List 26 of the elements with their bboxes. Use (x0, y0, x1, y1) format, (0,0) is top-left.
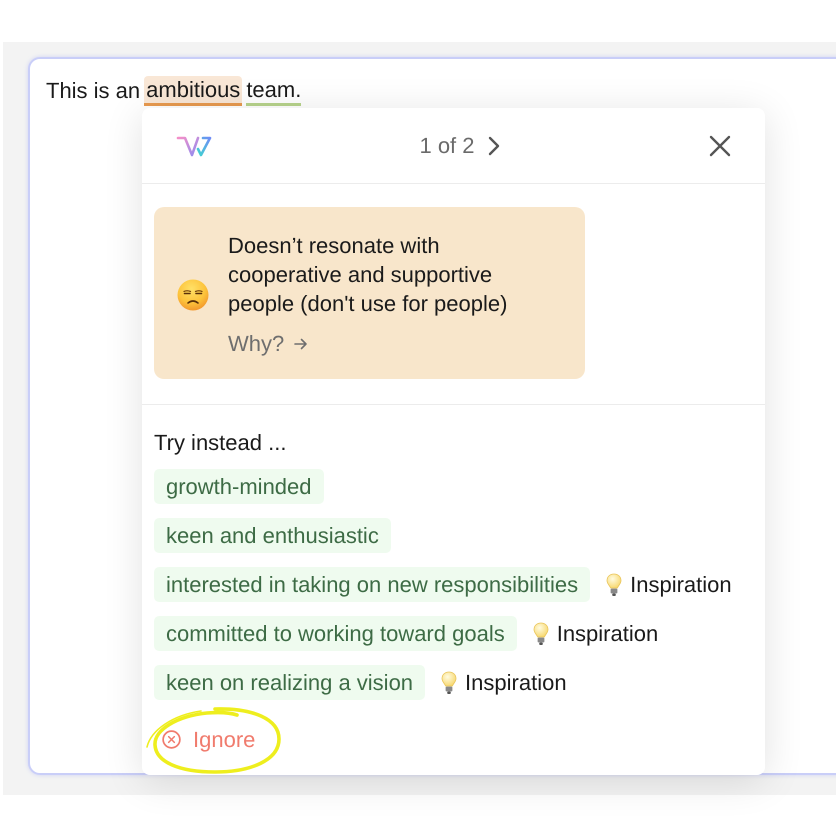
why-link[interactable]: Why? (228, 329, 308, 358)
editor-field[interactable] (28, 57, 836, 775)
arrow-right-icon (294, 338, 308, 350)
page-counter: 1 of 2 (419, 132, 475, 160)
editor-text: This is an (46, 77, 140, 105)
inspiration-button[interactable]: Inspiration (532, 619, 658, 648)
next-button[interactable] (488, 136, 500, 156)
unamused-face-icon (177, 278, 209, 310)
close-button[interactable] (709, 134, 731, 156)
suggestion-chip[interactable]: keen on realizing a vision (154, 665, 426, 700)
suggestion-chip[interactable]: keen and enthusiastic (154, 518, 391, 553)
issue-message: Doesn’t resonate with cooperative and supportive people (don't use for people) (228, 232, 508, 318)
inspiration-button[interactable]: Inspiration (441, 668, 567, 697)
chevron-right-icon (488, 136, 500, 156)
flagged-word[interactable]: ambitious (144, 76, 242, 106)
lightbulb-icon (441, 670, 458, 694)
close-icon (709, 134, 731, 156)
lightbulb-icon (606, 572, 622, 596)
suggestion-chip[interactable]: growth-minded (154, 469, 324, 504)
lightbulb-icon (532, 622, 549, 646)
close-circle-icon (162, 730, 181, 749)
suggestion-chip[interactable]: interested in taking on new responsibilities (154, 567, 590, 602)
suggestion-chip[interactable]: committed to working toward goals (154, 616, 517, 651)
inspiration-button[interactable]: Inspiration (606, 570, 732, 599)
section-heading: Try instead ... (154, 429, 288, 457)
logo-icon (176, 134, 212, 158)
